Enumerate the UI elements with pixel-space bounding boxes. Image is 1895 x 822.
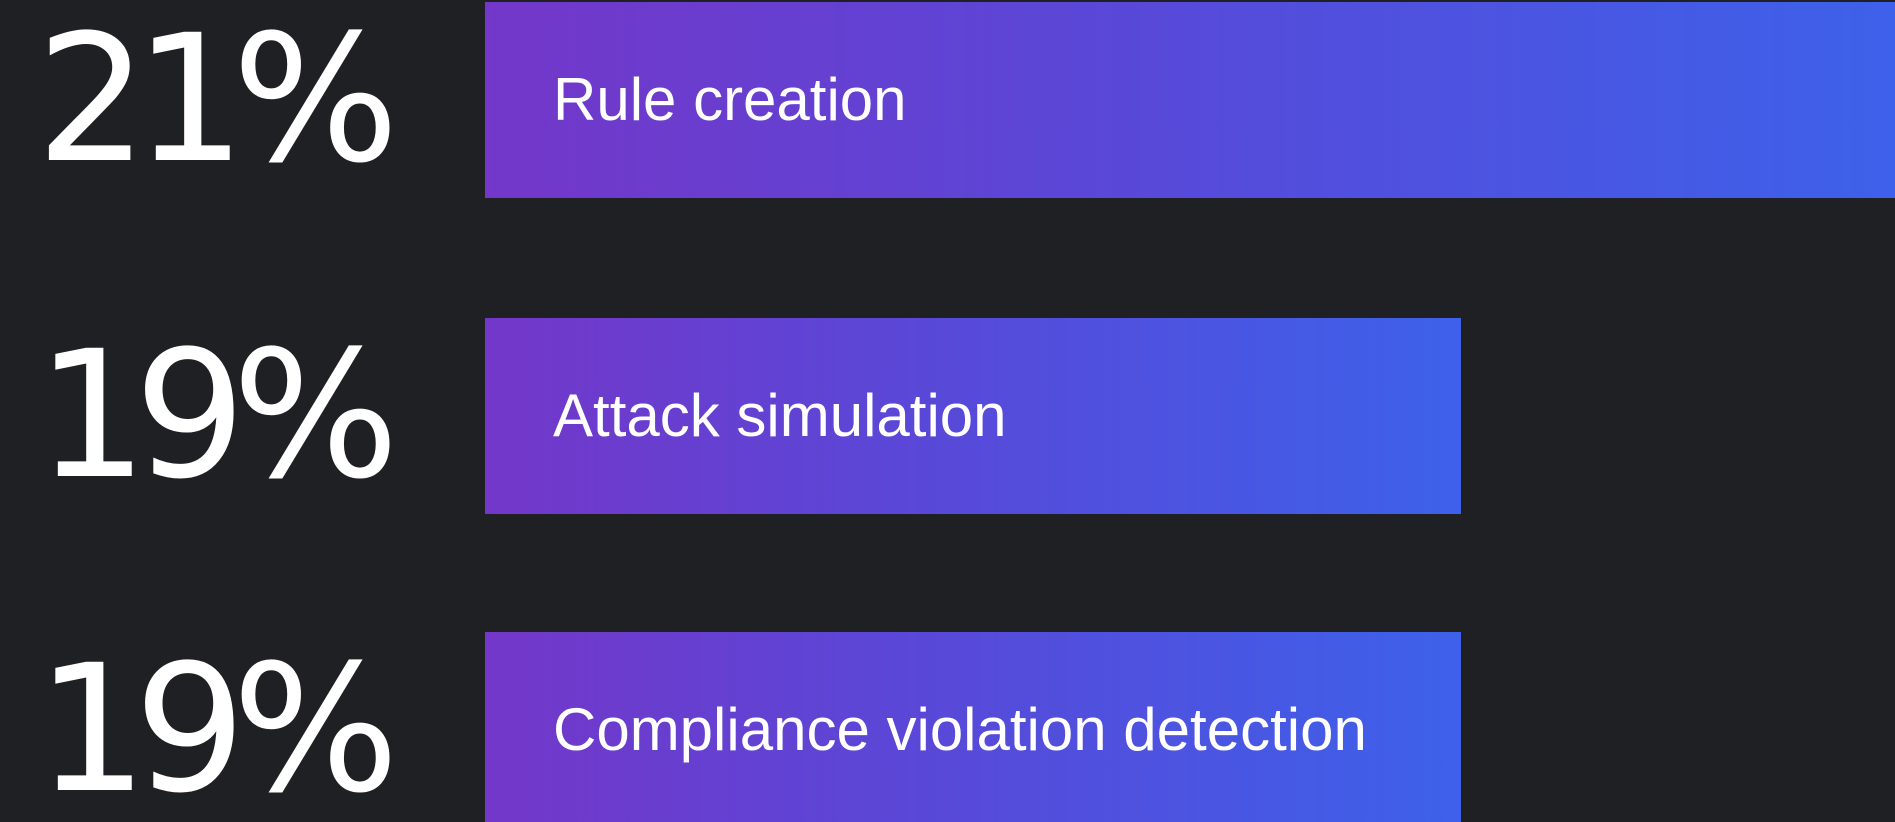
- bar: Attack simulation: [485, 318, 1461, 514]
- chart-canvas: 21% Rule creation 19% Attack simulation …: [0, 0, 1895, 822]
- bar: Rule creation: [485, 2, 1895, 198]
- value-label: 19%: [36, 313, 399, 518]
- value-label: 19%: [36, 627, 399, 822]
- category-label: Attack simulation: [553, 382, 1007, 449]
- category-label: Compliance violation detection: [553, 696, 1367, 763]
- value-label: 21%: [36, 0, 399, 202]
- category-label: Rule creation: [553, 66, 907, 133]
- bar: Compliance violation detection: [485, 632, 1461, 822]
